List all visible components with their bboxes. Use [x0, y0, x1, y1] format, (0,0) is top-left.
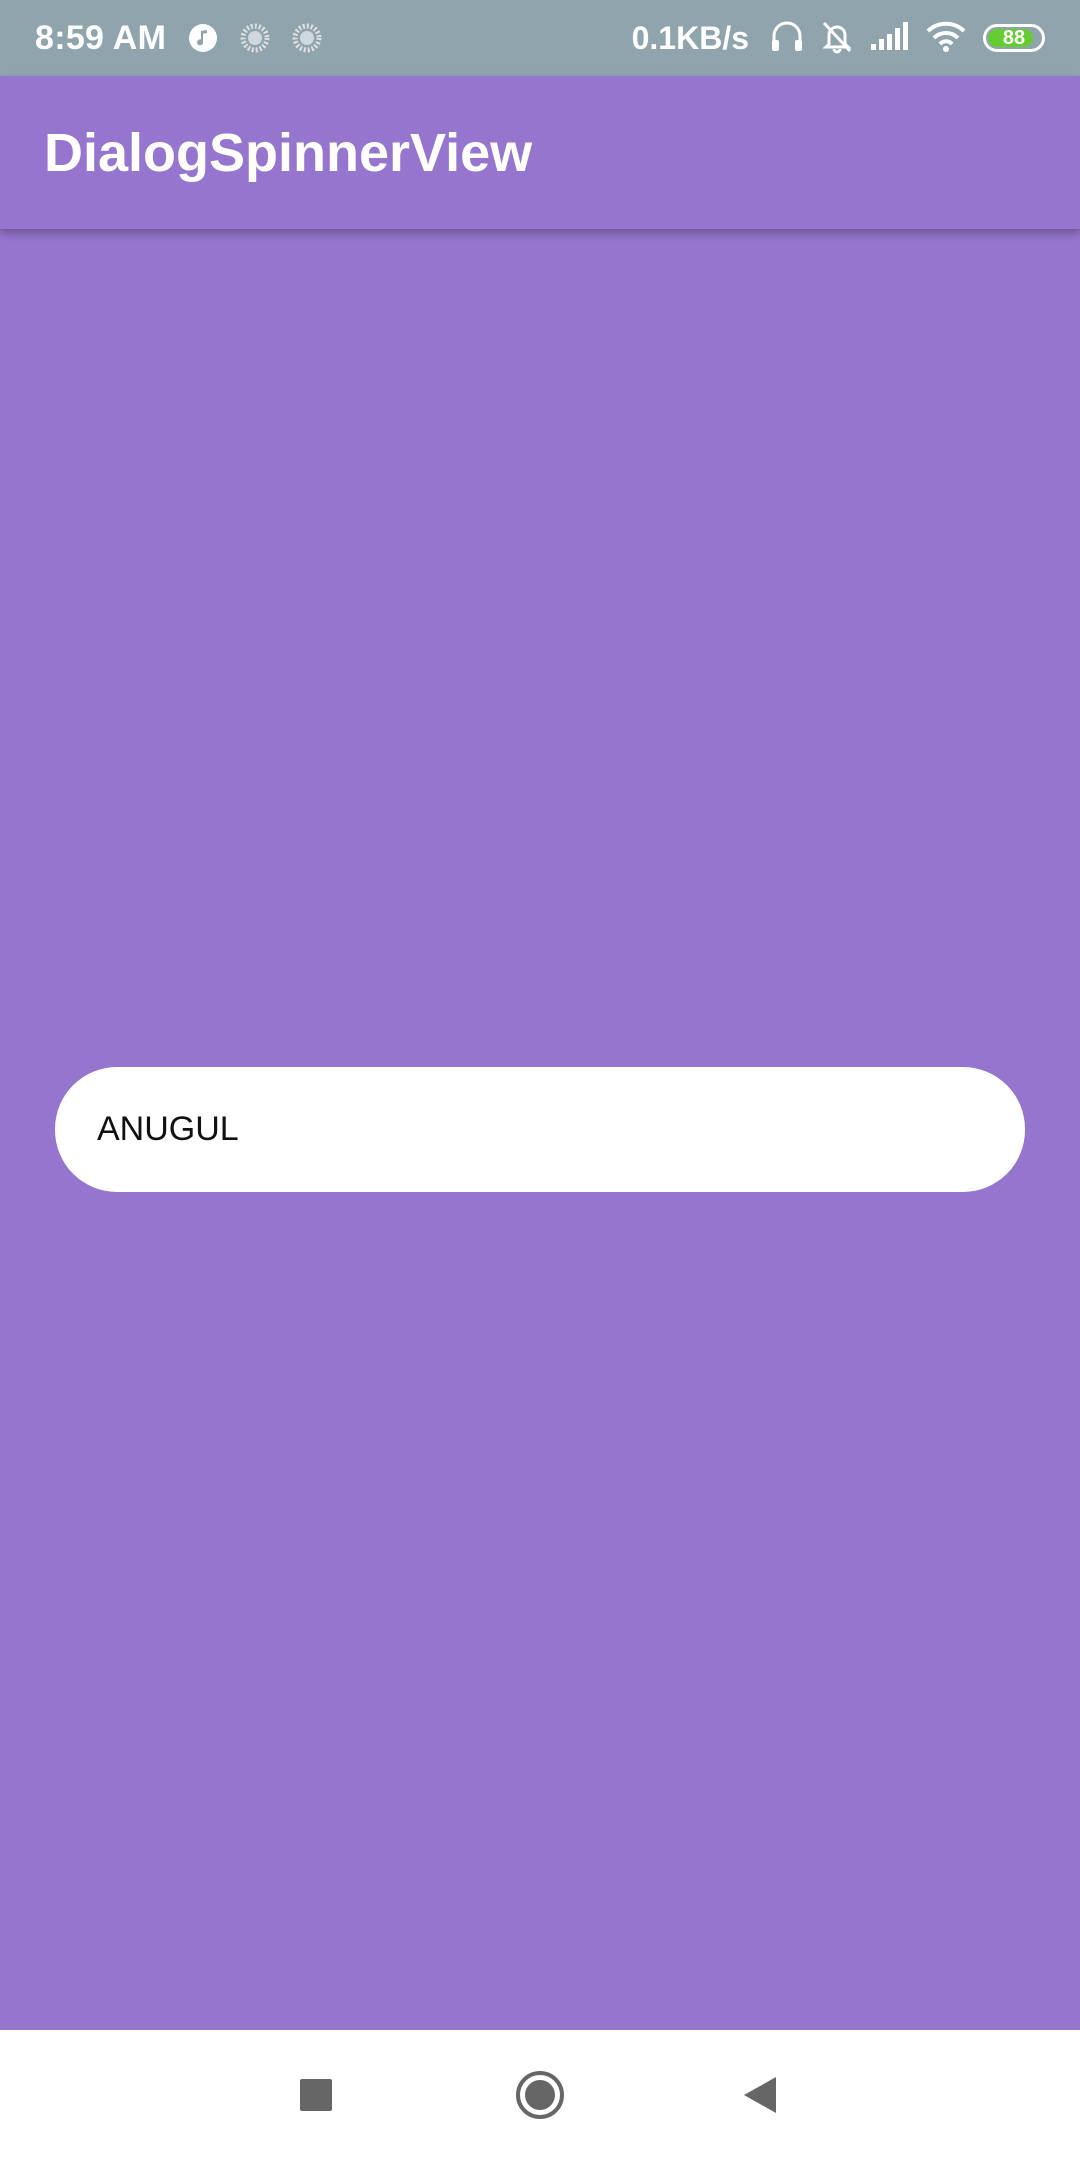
home-circle-icon [516, 2071, 564, 2119]
battery-icon: 88 [983, 24, 1045, 52]
status-left: 8:59 AM [35, 0, 322, 76]
wifi-icon [925, 19, 967, 58]
spinner-selected-value: ANUGUL [97, 1110, 239, 1148]
status-bar: 8:59 AM 0.1KB/s 88 [0, 0, 1080, 76]
bell-muted-icon [819, 18, 855, 59]
headphones-icon [769, 18, 805, 59]
battery-level: 88 [1002, 26, 1026, 49]
back-button[interactable] [720, 2055, 800, 2135]
recents-square-icon [300, 2079, 332, 2111]
cell-signal-icon [869, 20, 911, 57]
content-area: ANUGUL [0, 229, 1080, 2030]
recents-button[interactable] [276, 2055, 356, 2135]
screen: 8:59 AM 0.1KB/s 88 DialogSpinnerView ANU… [0, 0, 1080, 2160]
status-right: 0.1KB/s 88 [632, 0, 1045, 76]
music-note-icon [188, 23, 218, 53]
network-speed: 0.1KB/s [631, 19, 749, 56]
loading-icon [292, 23, 322, 53]
loading-icon [240, 23, 270, 53]
home-button[interactable] [500, 2055, 580, 2135]
page-title: DialogSpinnerView [44, 122, 533, 183]
app-bar: DialogSpinnerView [0, 76, 1080, 229]
navigation-bar [0, 2030, 1080, 2160]
status-time: 8:59 AM [35, 18, 167, 57]
dialog-spinner[interactable]: ANUGUL [55, 1067, 1025, 1192]
back-triangle-icon [744, 2077, 776, 2113]
